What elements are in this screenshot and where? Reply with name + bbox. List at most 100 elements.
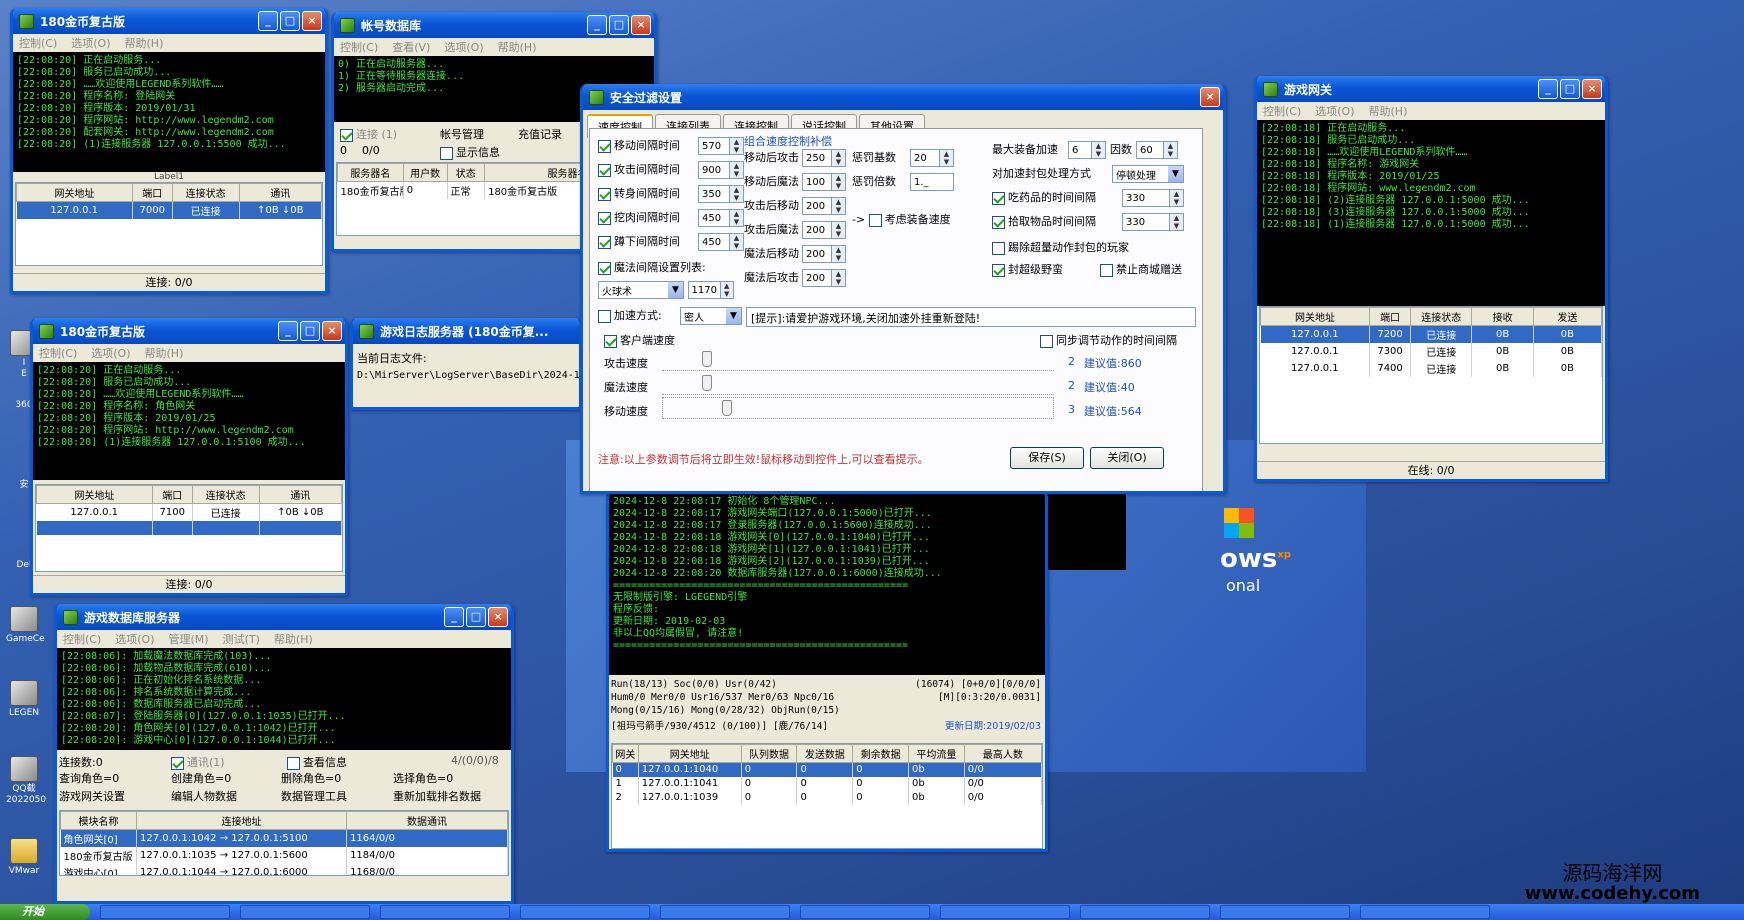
taskbar-item[interactable] <box>1360 905 1490 919</box>
move-speed-slider[interactable] <box>662 397 1054 419</box>
recharge-log-button[interactable]: 充值记录 <box>518 126 562 142</box>
block-barbarian-checkbox[interactable] <box>992 263 1005 277</box>
window-db-server[interactable]: 游戏数据库服务器 _ □ × 控制(C) 选项(O) 管理(M) 测试(T) 帮助(… <box>54 604 514 904</box>
menu-help[interactable]: 帮助(H) <box>145 345 184 361</box>
magic-speed-slider[interactable] <box>662 373 1054 395</box>
menu-options[interactable]: 选项(O) <box>1315 103 1354 119</box>
close-button[interactable]: × <box>1200 87 1220 107</box>
accel-handling-select[interactable]: 停顿处理 ▼ <box>1112 165 1184 183</box>
menu-options[interactable]: 选项(O) <box>444 39 483 55</box>
table-row[interactable]: 2 127.0.0.1:1039 0 0 0 0b 0/0 <box>612 790 1042 805</box>
eat-interval-spinner[interactable]: 330 ▲ ▼ <box>1122 189 1184 207</box>
table-row[interactable]: 127.0.0.1 7000 已连接 ↑0B ↓0B <box>16 201 322 219</box>
window-log-server[interactable]: 游戏日志服务器 (180金币复... 当前日志文件: D:\MirServer\… <box>350 318 582 410</box>
move-magic-spinner[interactable]: 100 ▲ ▼ <box>802 173 846 191</box>
attack-interval-spinner[interactable]: 900 ▲ ▼ <box>698 161 744 179</box>
window-game-gate[interactable]: 游戏网关 _ □ × 控制(C) 选项(O) 帮助(H) [22:08:18] 正在… <box>1254 76 1608 482</box>
menu-control[interactable]: 控制(C) <box>1263 103 1301 119</box>
view-info-checkbox[interactable]: 查看信息 <box>287 754 347 770</box>
dig-interval-checkbox[interactable] <box>598 211 611 225</box>
slider-thumb[interactable] <box>702 375 712 391</box>
account-manage-button[interactable]: 帐号管理 <box>440 126 484 142</box>
menu-help[interactable]: 帮助(H) <box>274 631 313 647</box>
sync-action-row[interactable]: 同步调节动作的时间间隔 <box>1040 332 1177 348</box>
gateway-settings-button[interactable]: 游戏网关设置 <box>59 788 125 804</box>
desktop-icon-legend[interactable]: LEGEN <box>6 680 42 719</box>
close-button[interactable]: × <box>488 607 508 627</box>
col-header[interactable]: 连接状态 <box>1410 307 1473 326</box>
col-header[interactable]: 网关地址 <box>1260 307 1371 326</box>
menu-help[interactable]: 帮助(H) <box>125 35 164 51</box>
minimize-button[interactable]: _ <box>278 321 298 341</box>
kick-overspeed-checkbox[interactable] <box>992 241 1005 255</box>
maximize-button[interactable]: □ <box>609 15 629 35</box>
title-bar[interactable]: 180金币复古版 _ □ × <box>13 8 325 34</box>
desktop-icon-qq-screenshot[interactable]: QQ截 2022050 <box>6 756 46 806</box>
taskbar-item[interactable] <box>660 905 790 919</box>
pick-interval-checkbox[interactable] <box>992 215 1005 229</box>
minimize-button[interactable]: _ <box>1538 79 1558 99</box>
title-bar[interactable]: 安全过滤设置 × <box>583 84 1223 110</box>
client-speed-row[interactable]: 客户端速度 <box>604 332 675 348</box>
accel-mode-checkbox[interactable] <box>598 309 611 323</box>
col-header[interactable]: 服务器名 <box>337 163 404 182</box>
close-button[interactable]: × <box>302 11 322 31</box>
col-header[interactable]: 网关地址 <box>36 485 153 504</box>
maximize-button[interactable]: □ <box>300 321 320 341</box>
show-info-checkbox[interactable]: 显示信息 <box>440 144 500 160</box>
menu-options[interactable]: 选项(O) <box>91 345 130 361</box>
close-dialog-button[interactable]: 关闭(O) <box>1090 447 1164 469</box>
maximize-button[interactable]: □ <box>1560 79 1580 99</box>
menu-options[interactable]: 选项(O) <box>115 631 154 647</box>
magic-move-spinner[interactable]: 200 ▲ ▼ <box>802 245 846 263</box>
move-interval-spinner[interactable]: 570 ▲ ▼ <box>698 137 744 155</box>
pick-interval-spinner[interactable]: 330 ▲ ▼ <box>1122 213 1184 231</box>
menu-control[interactable]: 控制(C) <box>340 39 378 55</box>
menu-control[interactable]: 控制(C) <box>39 345 77 361</box>
col-header[interactable]: 通讯 <box>258 485 342 504</box>
attack-magic-spinner[interactable]: 200 ▲ ▼ <box>802 221 846 239</box>
close-button[interactable]: × <box>631 15 651 35</box>
desktop-icon-gamecenter[interactable]: GameCe <box>6 606 45 645</box>
col-header[interactable]: 端口 <box>131 183 173 202</box>
col-header[interactable]: 网关 <box>612 744 639 763</box>
gateway-list[interactable]: 网关地址 端口 连接状态 通讯 127.0.0.1 7100 已连接 ↑0B ↓0B <box>35 484 343 572</box>
minimize-button[interactable]: _ <box>444 607 464 627</box>
col-header[interactable]: 模块名称 <box>60 811 137 830</box>
col-header[interactable]: 端口 <box>151 485 193 504</box>
col-header[interactable]: 发送 <box>1532 307 1602 326</box>
magic-interval-list-row[interactable]: 魔法间隔设置列表: <box>598 259 706 275</box>
squat-interval-row[interactable]: 蹲下间隔时间 450 ▲ ▼ <box>598 233 744 251</box>
table-row[interactable]: 127.0.0.1 7100 已连接 ↑0B ↓0B <box>36 503 342 521</box>
col-header[interactable]: 连接状态 <box>191 485 260 504</box>
maximize-button[interactable]: □ <box>466 607 486 627</box>
window-login-gate[interactable]: 180金币复古版 _ □ × 控制(C) 选项(O) 帮助(H) [22:08:20… <box>10 8 328 294</box>
squat-interval-spinner[interactable]: 450 ▲ ▼ <box>698 233 744 251</box>
table-row[interactable]: 1 127.0.0.1:1041 0 0 0 0b 0/0 <box>612 776 1042 791</box>
accel-mode-select[interactable]: 密人 ▼ <box>680 307 742 325</box>
ban-mall-row[interactable]: 禁止商城赠送 <box>1100 261 1182 277</box>
col-header[interactable]: 接收 <box>1471 307 1534 326</box>
col-header[interactable]: 队列数据 <box>740 744 798 763</box>
table-row[interactable]: 127.0.0.1 7200 已连接 0B 0B <box>1260 325 1602 343</box>
table-row[interactable]: 180金币复古版 127.0.0.1:1035 → 127.0.0.1:5600 1… <box>60 847 508 864</box>
sync-action-checkbox[interactable] <box>1040 334 1053 348</box>
turn-interval-checkbox[interactable] <box>598 187 611 201</box>
slider-thumb[interactable] <box>721 400 732 416</box>
gateway-traffic-list[interactable]: 网关 网关地址 队列数据 发送数据 剩余数据 平均流量 最高人数 0 127.0.0.1:10… <box>611 743 1043 849</box>
col-header[interactable]: 数据通讯 <box>346 811 508 830</box>
dialog-security-filter[interactable]: 安全过滤设置 × 速度控制 连接列表 连接控制 说话控制 其他设置 移动间隔时间… <box>580 84 1226 494</box>
menu-help[interactable]: 帮助(H) <box>1369 103 1408 119</box>
factor-spinner[interactable]: 60 ▲ ▼ <box>1136 141 1178 159</box>
ban-mall-checkbox[interactable] <box>1100 263 1113 277</box>
col-header[interactable]: 状态 <box>446 163 486 182</box>
title-bar[interactable]: 游戏日志服务器 (180金币复... <box>353 318 579 344</box>
slider-thumb[interactable] <box>702 351 712 367</box>
menu-manage[interactable]: 管理(M) <box>169 631 209 647</box>
magic-select[interactable]: 火球术 ▼ <box>598 281 684 299</box>
move-attack-spinner[interactable]: 250 ▲ ▼ <box>802 149 846 167</box>
taskbar-item[interactable] <box>380 905 510 919</box>
minimize-button[interactable]: _ <box>587 15 607 35</box>
close-button[interactable]: × <box>322 321 342 341</box>
attack-move-spinner[interactable]: 200 ▲ ▼ <box>802 197 846 215</box>
